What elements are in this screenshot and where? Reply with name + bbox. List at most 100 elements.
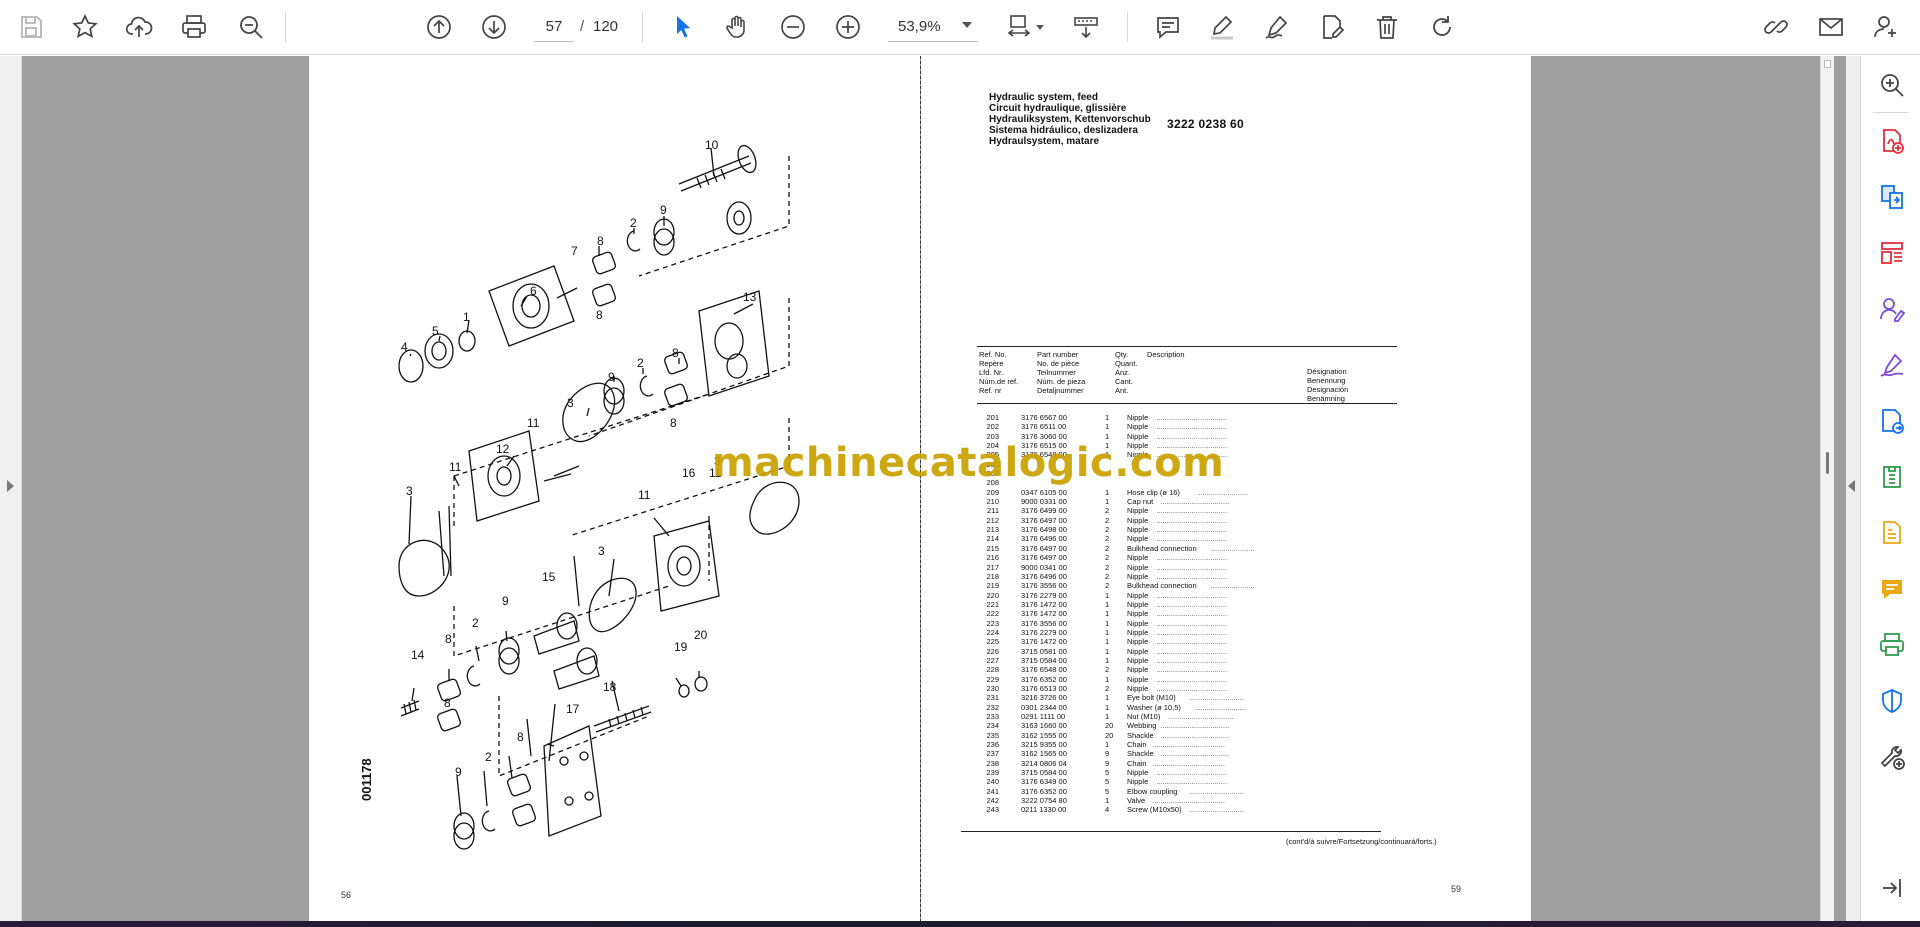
- exploded-view-diagram: [398, 144, 800, 850]
- part-number-cell: 3715 0584 00: [1021, 768, 1067, 778]
- description-cell: Nipple: [1127, 777, 1149, 787]
- send-track-icon[interactable]: [1875, 404, 1909, 438]
- zoom-page-icon[interactable]: [1875, 68, 1909, 102]
- scrollbar-thumb[interactable]: [1824, 60, 1831, 68]
- chevron-down-icon[interactable]: [1036, 25, 1044, 30]
- hand-tool-icon[interactable]: [718, 8, 756, 46]
- leader-dots: ..................................: [1156, 525, 1228, 535]
- edit-text-icon[interactable]: [1313, 8, 1351, 46]
- cloud-upload-icon[interactable]: [120, 8, 158, 46]
- callout-15: 15: [542, 570, 556, 584]
- document-viewport[interactable]: 10 9 2 8 7 6 8 1 5 4 13 8 2 9 3 8 11 12 …: [0, 56, 1860, 921]
- request-signature-icon[interactable]: [1875, 292, 1909, 326]
- qty-cell: 2: [1105, 553, 1110, 563]
- table-row: 227 3715 0584 00 1 Nipple..................…: [973, 656, 1313, 665]
- comment-icon[interactable]: [1149, 8, 1187, 46]
- bookmark-star-icon[interactable]: [66, 8, 104, 46]
- title-block: Hydraulic system, feed Circuit hydrauliq…: [989, 92, 1151, 147]
- zoom-out-icon[interactable]: [774, 8, 812, 46]
- part-number-cell: 3162 1555 00: [1021, 730, 1067, 740]
- pdf-page-right: Hydraulic system, feed Circuit hydrauliq…: [921, 56, 1531, 921]
- ref-cell: 219: [986, 581, 999, 591]
- email-icon[interactable]: [1812, 8, 1850, 46]
- protect-icon[interactable]: [1875, 684, 1909, 718]
- save-icon[interactable]: [12, 8, 50, 46]
- table-row: 202 3176 6511 00 1 Nipple..................…: [973, 422, 1313, 431]
- print-production-icon[interactable]: [1875, 628, 1909, 662]
- scroll-mode-icon[interactable]: [1067, 8, 1105, 46]
- qty-cell: 1: [1105, 627, 1110, 637]
- description-cell: Bulkhead connection: [1127, 543, 1197, 553]
- fit-page-icon[interactable]: [1000, 8, 1038, 46]
- ref-cell: 236: [986, 740, 999, 750]
- qty-cell: 1: [1105, 796, 1110, 806]
- description-cell: Nipple: [1127, 525, 1149, 535]
- table-row: 210 9000 0331 00 1 Cap nut.................…: [973, 497, 1313, 506]
- collapse-panel-icon[interactable]: [1875, 871, 1909, 905]
- qty-cell: 4: [1105, 805, 1110, 815]
- part-number-cell: 3176 6511 00: [1021, 422, 1067, 432]
- table-row: 219 3176 3556 00 2 Bulkhead connection.....…: [973, 581, 1313, 590]
- description-cell: Valve: [1127, 796, 1146, 806]
- rotate-icon[interactable]: [1423, 8, 1461, 46]
- description-cell: Washer (ø 10,5): [1127, 702, 1181, 712]
- description-cell: Nipple: [1127, 590, 1149, 600]
- right-panel-toggle[interactable]: [1846, 56, 1860, 921]
- toolbar-separator: [1127, 12, 1128, 42]
- part-number-cell: 3176 1472 00: [1021, 637, 1067, 647]
- part-number-cell: 3176 6499 00: [1021, 506, 1067, 516]
- table-row: 213 3176 6498 00 2 Nipple..................…: [973, 525, 1313, 534]
- part-number-cell: 3176 6497 00: [1021, 553, 1067, 563]
- delete-icon[interactable]: [1368, 8, 1406, 46]
- compress-pdf-icon[interactable]: [1875, 460, 1909, 494]
- description-cell: Nipple: [1127, 553, 1149, 563]
- page-number-right: 59: [1451, 884, 1462, 894]
- ref-cell: 223: [986, 618, 999, 628]
- leader-dots: ..................................: [1156, 571, 1228, 581]
- select-arrow-icon[interactable]: [664, 8, 702, 46]
- more-tools-icon[interactable]: [1875, 740, 1909, 774]
- page-number-input[interactable]: [534, 12, 574, 42]
- left-panel-toggle[interactable]: [0, 56, 22, 921]
- qty-cell: 20: [1105, 721, 1114, 731]
- leader-dots: ..................................: [1156, 683, 1228, 693]
- leader-dots: ..................................: [1156, 637, 1228, 647]
- part-number-cell: 3163 1660 00: [1021, 721, 1067, 731]
- qty-cell: 1: [1105, 646, 1110, 656]
- ref-cell: 210: [986, 497, 999, 507]
- leader-dots: .................................: [1160, 721, 1230, 731]
- share-link-icon[interactable]: [1757, 8, 1795, 46]
- fill-sign-icon[interactable]: [1875, 348, 1909, 382]
- qty-cell: 1: [1105, 637, 1110, 647]
- draw-icon[interactable]: [1258, 8, 1296, 46]
- edit-pdf-icon[interactable]: [1875, 516, 1909, 550]
- qty-cell: 1: [1105, 497, 1110, 507]
- scrollbar-handle[interactable]: [1826, 452, 1829, 474]
- part-number-cell: 3176 6497 00: [1021, 543, 1067, 553]
- page-down-icon[interactable]: [475, 8, 513, 46]
- description-cell: Nipple: [1127, 534, 1149, 544]
- zoom-search-icon[interactable]: [232, 8, 270, 46]
- callout-11: 11: [638, 488, 651, 502]
- export-pdf-icon[interactable]: [1875, 180, 1909, 214]
- leader-dots: ...................................: [1152, 740, 1225, 750]
- zoom-level-select[interactable]: 53,9%: [888, 12, 978, 42]
- organize-pages-icon[interactable]: [1875, 236, 1909, 270]
- print-icon[interactable]: [175, 8, 213, 46]
- add-user-icon[interactable]: [1867, 8, 1905, 46]
- table-row: 229 3176 6352 00 1 Nipple..................…: [973, 675, 1313, 684]
- description-cell: Nipple: [1127, 599, 1149, 609]
- table-row: 243 0211 1330 00 4 Screw (M10x50)..........…: [973, 805, 1313, 814]
- highlight-icon[interactable]: [1203, 8, 1241, 46]
- part-number-cell: 0291 1111 00: [1021, 712, 1066, 721]
- part-number-cell: 3214 0806 04: [1021, 758, 1067, 768]
- comment-panel-icon[interactable]: [1875, 572, 1909, 606]
- ref-cell: 235: [986, 730, 999, 740]
- part-number-cell: 0347 6105 00: [1021, 487, 1067, 497]
- ref-cell: 209: [986, 487, 999, 497]
- vertical-scrollbar[interactable]: [1820, 56, 1834, 921]
- zoom-in-icon[interactable]: [829, 8, 867, 46]
- table-row: 231 3216 3726 00 1 Eye bolt (M10)..........…: [973, 693, 1313, 702]
- page-up-icon[interactable]: [420, 8, 458, 46]
- create-pdf-icon[interactable]: [1875, 124, 1909, 158]
